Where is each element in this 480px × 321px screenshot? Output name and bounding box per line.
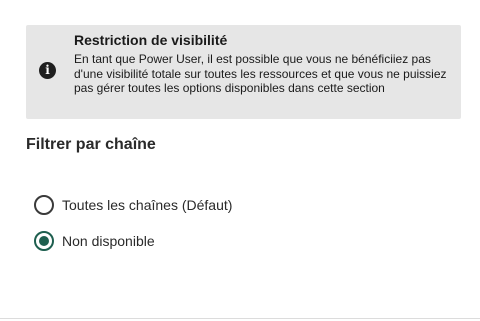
visibility-restriction-notice: i Restriction de visibilité En tant que … [26,25,461,119]
radio-label[interactable]: Toutes les chaînes (Défaut) [62,197,232,213]
radio-option-all-channels[interactable]: Toutes les chaînes (Défaut) [34,194,232,216]
filter-by-channel-title: Filtrer par chaîne [26,136,156,153]
notice-title: Restriction de visibilité [74,32,228,48]
radio-button-unchecked[interactable] [34,195,54,215]
bottom-divider [0,318,480,319]
radio-button-checked[interactable] [34,231,54,251]
radio-selected-dot [39,236,49,246]
radio-label[interactable]: Non disponible [62,233,155,249]
radio-option-not-available[interactable]: Non disponible [34,230,155,252]
notice-message: En tant que Power User, il est possible … [74,52,447,96]
info-icon: i [39,62,56,79]
channel-filter-panel: i Restriction de visibilité En tant que … [0,0,480,321]
